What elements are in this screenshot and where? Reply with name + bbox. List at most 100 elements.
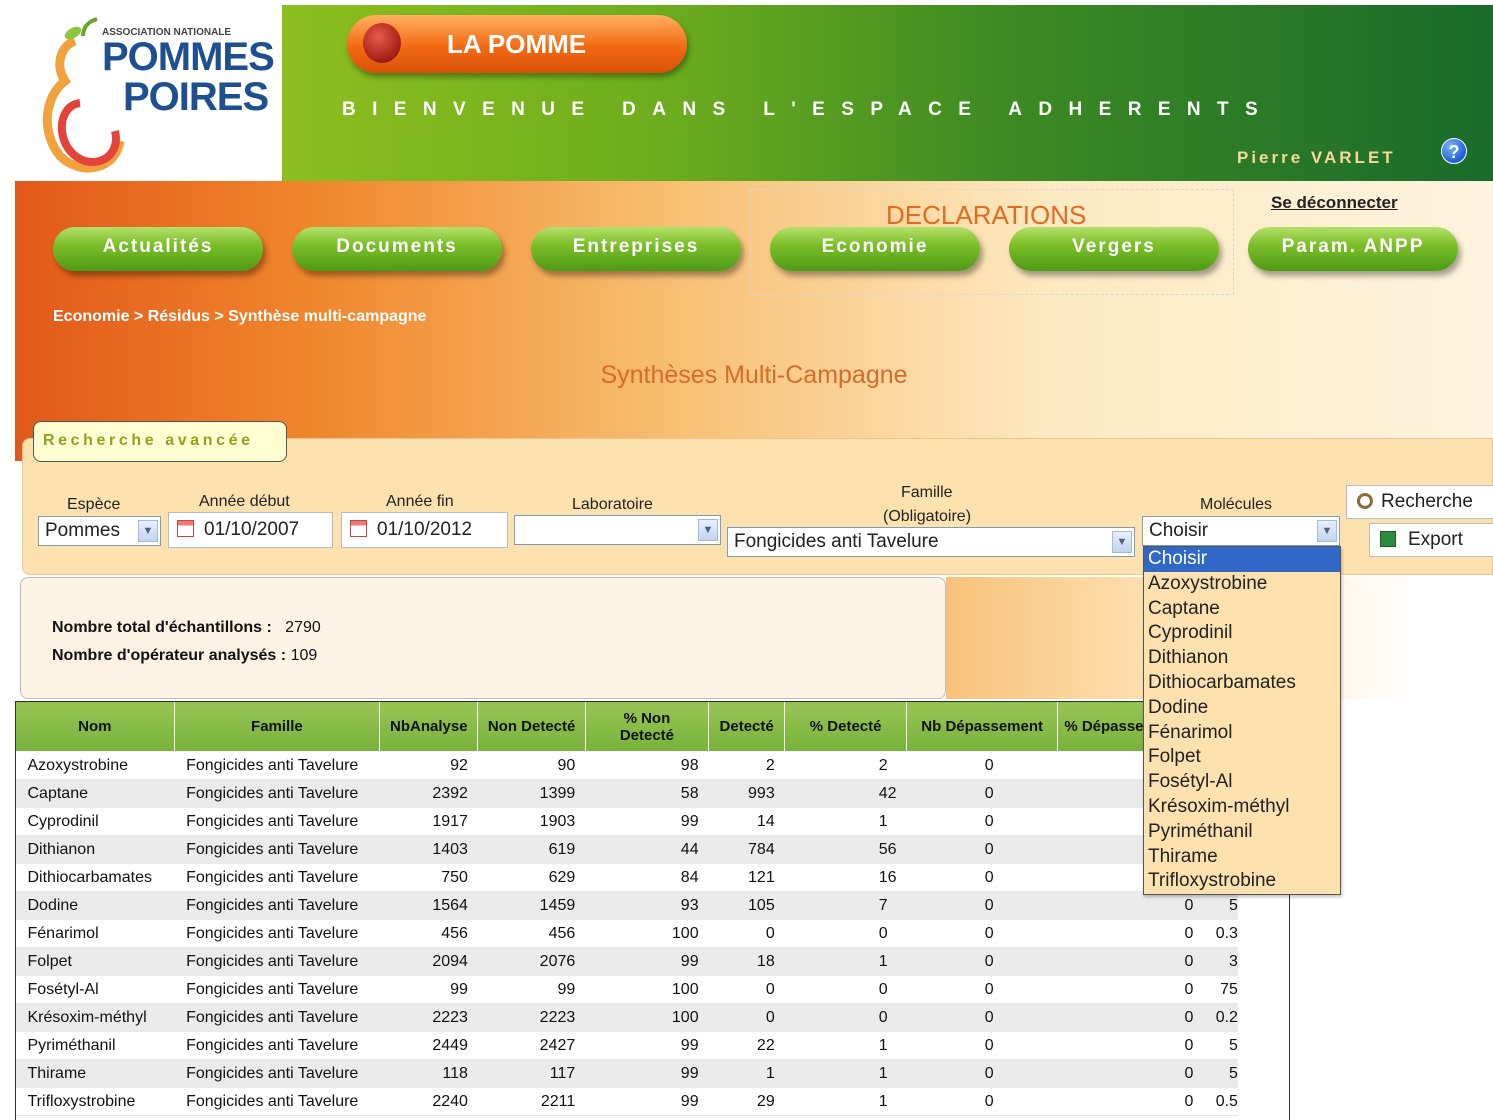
table-cell: 44 — [585, 835, 709, 864]
table-cell: 0 — [1057, 919, 1194, 948]
nav-documents-button[interactable]: Documents — [292, 227, 502, 271]
table-cell: Fongicides anti Tavelure — [174, 1003, 380, 1032]
col-pct-non-detecte[interactable]: % Non Detecté — [584, 701, 710, 752]
table-cell: 1 — [784, 947, 907, 976]
table-cell: 456 — [477, 919, 586, 948]
help-icon[interactable]: ? — [1441, 138, 1467, 164]
table-row[interactable]: Krésoxim-méthyl Fongicides anti Tavelure 2… — [15, 1003, 1290, 1032]
table-cell: 42 — [784, 779, 907, 808]
table-cell: 92 — [379, 751, 478, 780]
table-row[interactable]: Fénarimol Fongicides anti Tavelure 456 456 1… — [15, 919, 1290, 948]
molecule-option[interactable]: Fénarimol — [1144, 721, 1340, 746]
table-cell: 29 — [708, 1087, 785, 1116]
table-row[interactable]: Cyprodinil Fongicides anti Tavelure 1917 19… — [15, 807, 1290, 836]
col-famille[interactable]: Famille — [173, 701, 381, 752]
nav-param-anpp-button[interactable]: Param. ANPP — [1248, 227, 1458, 271]
table-cell: Dithianon — [15, 835, 175, 864]
nav-entreprises-button[interactable]: Entreprises — [531, 227, 741, 271]
nav-economie-button[interactable]: Economie — [770, 227, 980, 271]
table-cell: Captane — [15, 779, 175, 808]
table-cell: 2240 — [379, 1087, 478, 1116]
table-cell: Fongicides anti Tavelure — [174, 1087, 380, 1116]
table-cell: 1 — [784, 807, 907, 836]
table-cell: 0 — [784, 1003, 907, 1032]
search-button[interactable]: Recherche — [1346, 485, 1493, 519]
app-title-button[interactable]: LA POMME — [347, 15, 687, 73]
nav-actualites-button[interactable]: Actualités — [53, 227, 263, 271]
annee-debut-field[interactable]: 01/10/2007 — [168, 512, 333, 548]
table-cell: 2 — [708, 751, 785, 780]
table-cell: 0 — [1057, 1003, 1194, 1032]
table-cell: 0 — [906, 807, 1058, 836]
famille-label: Famille — [901, 484, 953, 501]
advanced-search-tab[interactable]: Recherche avancée — [33, 421, 287, 462]
table-cell: Fénarimol — [15, 919, 175, 948]
table-cell: 7 — [784, 891, 907, 920]
table-cell: 0 — [1057, 975, 1194, 1004]
molecule-option[interactable]: Trifloxystrobine — [1144, 869, 1340, 894]
molecules-label: Molécules — [1200, 496, 1273, 513]
table-cell: 0 — [906, 1031, 1058, 1060]
molecule-option[interactable]: Thirame — [1144, 845, 1340, 870]
annee-fin-field[interactable]: 01/10/2012 — [341, 512, 508, 548]
table-row[interactable]: Dithianon Fongicides anti Tavelure 1403 619… — [15, 835, 1290, 864]
export-button[interactable]: Export — [1369, 523, 1493, 557]
col-pct-detecte[interactable]: % Detecté — [784, 701, 908, 752]
annee-fin-value: 01/10/2012 — [377, 519, 473, 540]
total-label: Nombre total d'échantillons : — [52, 619, 272, 636]
table-cell: 75 — [1193, 975, 1238, 1004]
espece-select[interactable]: Pommes ▼ — [38, 516, 161, 546]
table-row[interactable]: Pyriméthanil Fongicides anti Tavelure 2449… — [15, 1031, 1290, 1060]
table-cell: 2 — [784, 751, 907, 780]
molecule-option[interactable]: Dithianon — [1144, 646, 1340, 671]
table-row[interactable]: Fosétyl-Al Fongicides anti Tavelure 99 99 10… — [15, 975, 1290, 1004]
table-row[interactable]: Azoxystrobine Fongicides anti Tavelure 92 9… — [15, 751, 1290, 780]
molecules-select[interactable]: Choisir ▼ — [1142, 516, 1340, 546]
excel-icon — [1380, 531, 1396, 547]
table-cell: 2211 — [477, 1087, 586, 1116]
famille-select[interactable]: Fongicides anti Tavelure ▼ — [727, 527, 1135, 557]
table-row[interactable]: Trifloxystrobine Fongicides anti Tavelure… — [15, 1087, 1290, 1116]
molecule-option[interactable]: Krésoxim-méthyl — [1144, 795, 1340, 820]
molecule-option[interactable]: Cyprodinil — [1144, 621, 1340, 646]
calendar-icon[interactable] — [350, 520, 367, 537]
col-detecte[interactable]: Detecté — [708, 701, 786, 752]
annee-debut-label: Année début — [199, 493, 290, 510]
table-cell: 2076 — [477, 947, 586, 976]
table-cell: 0 — [1057, 1059, 1194, 1088]
molecules-value: Choisir — [1149, 520, 1209, 541]
search-button-label: Recherche — [1381, 491, 1473, 512]
table-cell: 0 — [708, 919, 785, 948]
table-row[interactable]: Dodine Fongicides anti Tavelure 1564 1459 93… — [15, 891, 1290, 920]
welcome-text: BIENVENUE DANS L'ESPACE ADHERENTS — [342, 99, 1275, 120]
espece-value: Pommes — [45, 520, 120, 541]
molecule-option[interactable]: Choisir — [1144, 547, 1340, 572]
table-cell: 0 — [906, 1087, 1058, 1116]
logout-link[interactable]: Se déconnecter — [1271, 193, 1398, 213]
table-cell: 1 — [784, 1087, 907, 1116]
molecule-option[interactable]: Folpet — [1144, 745, 1340, 770]
molecule-option[interactable]: Dithiocarbamates — [1144, 671, 1340, 696]
molecule-option[interactable]: Captane — [1144, 597, 1340, 622]
table-cell: 750 — [379, 863, 478, 892]
table-row[interactable]: Folpet Fongicides anti Tavelure 2094 2076 99… — [15, 947, 1290, 976]
table-cell: 0 — [708, 1003, 785, 1032]
molecule-option[interactable]: Dodine — [1144, 696, 1340, 721]
col-nb-depassement[interactable]: Nb Dépassement — [906, 701, 1059, 752]
molecules-dropdown-list[interactable]: Choisir Azoxystrobine Captane Cyprodinil Dit… — [1143, 546, 1341, 895]
col-non-detecte[interactable]: Non Detecté — [477, 701, 586, 752]
table-row[interactable]: Dithiocarbamates Fongicides anti Tavelure… — [15, 863, 1290, 892]
molecule-option[interactable]: Fosétyl-Al — [1144, 770, 1340, 795]
table-cell: 993 — [708, 779, 785, 808]
calendar-icon[interactable] — [177, 520, 194, 537]
molecule-option[interactable]: Pyriméthanil — [1144, 820, 1340, 845]
table-row[interactable]: Thirame Fongicides anti Tavelure 118 117 99 1… — [15, 1059, 1290, 1088]
col-nom[interactable]: Nom — [15, 701, 175, 752]
table-row[interactable]: Captane Fongicides anti Tavelure 2392 1399 5… — [15, 779, 1290, 808]
col-nbanalyse[interactable]: NbAnalyse — [379, 701, 479, 752]
molecule-option[interactable]: Azoxystrobine — [1144, 572, 1340, 597]
table-cell: Cyprodinil — [15, 807, 175, 836]
nav-vergers-button[interactable]: Vergers — [1009, 227, 1219, 271]
laboratoire-select[interactable]: ▼ — [514, 515, 721, 545]
table-cell: 58 — [585, 779, 709, 808]
